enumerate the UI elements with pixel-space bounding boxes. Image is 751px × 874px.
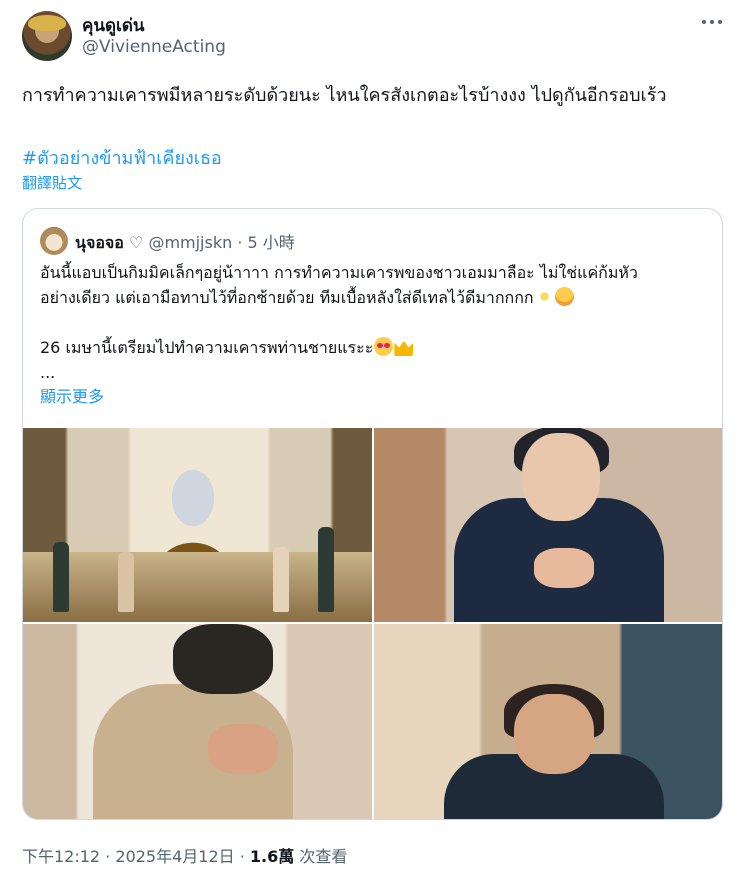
photo-woman-bowing[interactable] <box>374 624 722 819</box>
quoted-tweet-text: อันนี้แอบเป็นกิมมิคเล็กๆอยู่น้าาาา การทำ… <box>40 260 710 385</box>
show-more-link[interactable]: 顯示更多 <box>40 383 104 407</box>
photo-man-in-vest[interactable] <box>23 624 372 819</box>
more-horizontal-icon <box>702 20 706 24</box>
heart-outline-icon: ♡ <box>129 233 144 252</box>
quoted-line: ... <box>40 363 56 382</box>
author-display-name[interactable]: คุนดูเด่น <box>82 12 145 39</box>
photo-throne-room[interactable] <box>23 428 372 622</box>
quoted-line: อันนี้แอบเป็นกิมมิคเล็กๆอยู่น้าาาา การทำ… <box>40 263 638 282</box>
view-label: 次查看 <box>294 847 348 866</box>
sparkles-icon <box>534 287 554 306</box>
hashtag-link[interactable]: #ตัวอย่างข้ามฟ้าเคียงเธอ <box>22 143 222 172</box>
tweet-footer: 下午12:12 · 2025年4月12日 · 1.6萬 次查看 <box>22 847 348 866</box>
quoted-tweet-header: นุจอจอ ♡ @mmjjskn · 5 小時 <box>75 233 295 252</box>
translate-post-link[interactable]: 翻譯貼文 <box>22 172 82 193</box>
more-options-button[interactable] <box>700 10 724 34</box>
quoted-line: อย่างเดียว แต่เอามือทาบไว้ที่อกซ้ายด้วย … <box>40 288 534 307</box>
quoted-author-name: นุจอจอ <box>75 233 124 252</box>
crown-icon <box>394 340 414 356</box>
heart-eyes-icon <box>374 337 394 356</box>
quoted-author-handle: @mmjjskn <box>148 233 233 252</box>
quoted-line: 26 เมษานี้เตรียมไปทำความเคารพท่านชายแระะ <box>40 338 374 357</box>
post-time[interactable]: 下午12:12 <box>22 847 100 866</box>
photo-young-man-bowing[interactable] <box>374 428 722 622</box>
author-handle[interactable]: @VivienneActing <box>82 37 226 57</box>
post-date[interactable]: 2025年4月12日 <box>115 847 234 866</box>
tweet-text: การทำความเคารพมีหลายระดับด้วยนะ ไหนใครสั… <box>22 85 667 106</box>
quoted-author-avatar <box>40 227 68 255</box>
quoted-tweet-time: 5 小時 <box>247 233 295 252</box>
quoted-tweet[interactable]: นุจอจอ ♡ @mmjjskn · 5 小時 อันนี้แอบเป็นกิ… <box>22 208 723 820</box>
view-count: 1.6萬 <box>249 847 295 866</box>
holding-back-tears-icon <box>554 287 574 306</box>
quoted-line <box>40 310 710 335</box>
author-avatar[interactable] <box>22 11 72 61</box>
